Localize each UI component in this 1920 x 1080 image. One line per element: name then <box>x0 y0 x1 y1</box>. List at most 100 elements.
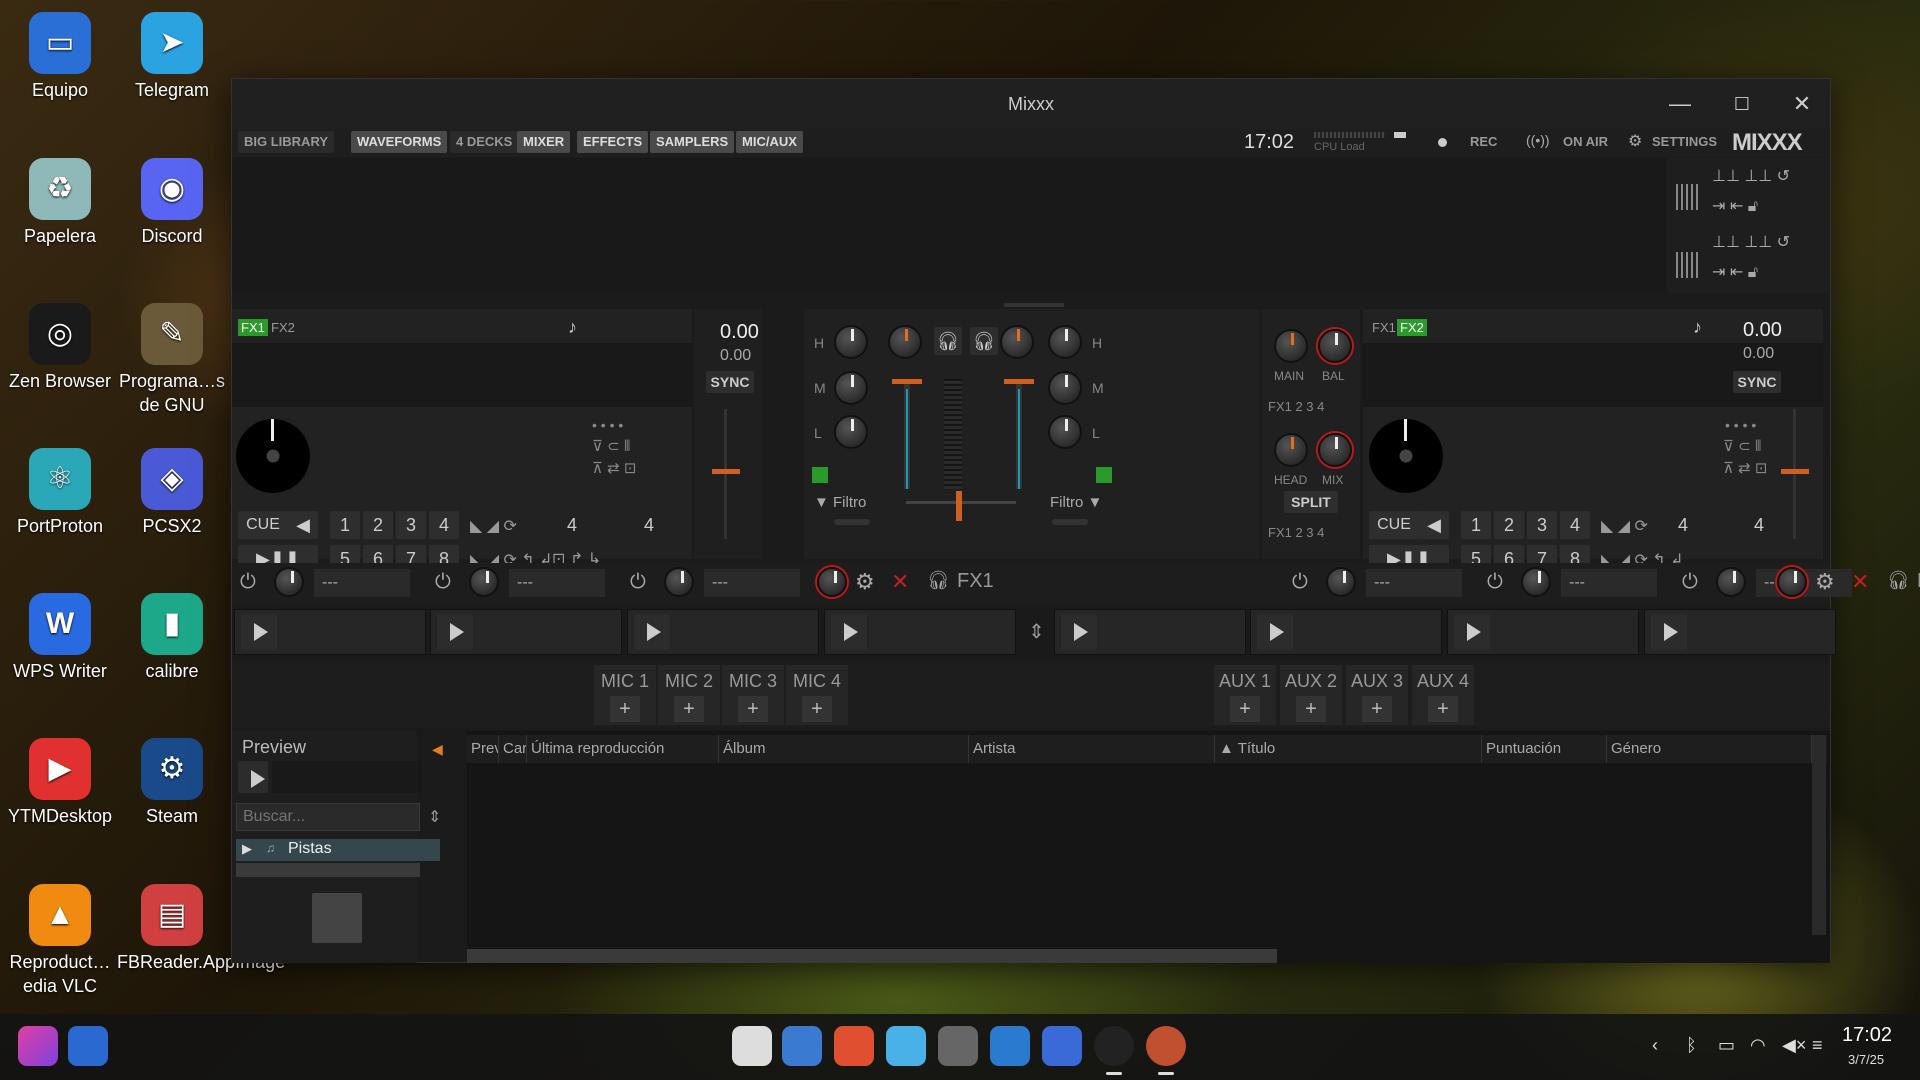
deck2-volume-fader[interactable] <box>1018 389 1020 489</box>
deck1-eq-mid-knob[interactable] <box>834 371 868 405</box>
effects-button[interactable]: EFFECTS <box>577 131 649 153</box>
deck1-loop-icons[interactable]: • • • • <box>592 417 623 433</box>
fx-meta-knob[interactable] <box>1716 567 1746 597</box>
fx-power-icon[interactable]: ⏻ <box>1487 571 1503 594</box>
desktop-icon[interactable]: ⚛ PortProton <box>5 448 115 538</box>
deck1-sync-button[interactable]: SYNC <box>706 371 754 393</box>
waveforms-button[interactable]: WAVEFORMS <box>351 131 448 153</box>
mic-add-button[interactable]: + <box>738 696 768 722</box>
balance-knob[interactable] <box>1318 329 1352 363</box>
main-gain-knob[interactable] <box>1274 329 1308 363</box>
fx-meta-knob[interactable] <box>469 567 499 597</box>
minimize-button[interactable]: — <box>1660 87 1700 121</box>
deck1-beatjump-size[interactable]: 4 <box>644 515 654 536</box>
deck2-sync-icons[interactable]: ⊽ ⊂ ⦀ <box>1723 437 1761 455</box>
waveform-zoom-icon[interactable] <box>1676 184 1698 210</box>
title-bar[interactable]: Mixxx — ☐ ✕ <box>232 79 1830 129</box>
taskbar-date[interactable]: 3/7/25 <box>1848 1052 1884 1067</box>
mic-add-button[interactable]: + <box>674 696 704 722</box>
search-history-icon[interactable]: ⇕ <box>428 807 441 827</box>
aux-add-button[interactable]: + <box>1362 696 1392 722</box>
sampler-deck[interactable] <box>1054 609 1246 655</box>
crossfader[interactable] <box>956 491 962 521</box>
samplers-button[interactable]: SAMPLERS <box>650 131 735 153</box>
fx-headphone-icon[interactable]: 🎧︎ <box>927 570 950 591</box>
deck1-cue-button[interactable]: CUE <box>238 511 288 539</box>
deck1-headphone-icon[interactable]: 🎧︎ <box>934 327 962 355</box>
app-launcher-icon[interactable] <box>18 1026 58 1066</box>
calculator-icon[interactable] <box>1042 1026 1082 1066</box>
deck2-vinyl-spinner[interactable] <box>1369 419 1443 493</box>
desktop-icon[interactable]: ♻ Papelera <box>5 158 115 248</box>
column-header[interactable]: Última reproducción <box>527 735 719 763</box>
headphone-mix-knob[interactable] <box>1318 433 1352 467</box>
fx-meta-knob[interactable] <box>1521 567 1551 597</box>
splitter-handle[interactable] <box>1004 303 1064 307</box>
expand-icon[interactable]: ▶ <box>242 841 252 857</box>
deck1-fx1-toggle[interactable]: FX1 <box>238 319 268 336</box>
deck1-filter-toggle[interactable] <box>834 519 870 525</box>
mixer-button[interactable]: MIXER <box>517 131 571 153</box>
deck2-fx-assign-toggle[interactable] <box>1096 467 1112 483</box>
fx-power-icon[interactable]: ⏻ <box>240 571 256 594</box>
deck1-hotcue-1[interactable]: 1 <box>330 511 360 539</box>
deck2-fx2-toggle[interactable]: FX2 <box>1397 319 1427 336</box>
fx-super-knob-icon[interactable]: ✕ <box>1851 569 1869 595</box>
sampler-play-button[interactable] <box>1651 614 1687 650</box>
deck1-volume-fader[interactable] <box>906 389 908 489</box>
column-header[interactable]: Car <box>499 735 527 763</box>
aux-add-button[interactable]: + <box>1428 696 1458 722</box>
deck1-rewind-button[interactable]: ◀ <box>288 511 318 539</box>
deck1-eq-high-knob[interactable] <box>834 325 868 359</box>
sampler-deck[interactable] <box>627 609 819 655</box>
fx-assign-row-2[interactable]: FX1 2 3 4 <box>1268 525 1324 540</box>
split-button[interactable]: SPLIT <box>1284 491 1338 513</box>
files-icon[interactable] <box>990 1026 1030 1066</box>
deck1-hotcue-4[interactable]: 4 <box>429 511 459 539</box>
sampler-play-button[interactable] <box>1257 614 1293 650</box>
desktop-icon[interactable]: ➤ Telegram <box>117 12 227 102</box>
search-input[interactable] <box>236 803 420 831</box>
deck1-sync-icons[interactable]: ⊽ ⊂ ⦀ <box>592 437 630 455</box>
settings-gear-icon[interactable] <box>938 1026 978 1066</box>
deck2-repeat-icons[interactable]: ⊼ ⇄ ⊡ <box>1723 459 1767 477</box>
deck2-key-icon[interactable]: ♪ <box>1693 317 1702 338</box>
deck1-fx-assign-toggle[interactable] <box>812 467 828 483</box>
deck2-hotcue-2[interactable]: 2 <box>1494 511 1524 539</box>
deck2-eq-mid-knob[interactable] <box>1048 371 1082 405</box>
close-button[interactable]: ✕ <box>1782 87 1822 121</box>
fx-slot-select[interactable]: --- <box>1561 569 1657 597</box>
store-icon[interactable] <box>834 1026 874 1066</box>
deck1-gain-knob[interactable] <box>888 325 922 359</box>
desktop-icon[interactable]: ✎ Programa…s de GNU <box>117 303 227 417</box>
deck2-loop-icons[interactable]: • • • • <box>1725 417 1756 433</box>
sampler-play-button[interactable] <box>437 614 473 650</box>
desktop-icon[interactable]: ▶ YTMDesktop <box>5 738 115 828</box>
deck2-rewind-button[interactable]: ◀ <box>1419 511 1449 539</box>
battery-icon[interactable]: ▭ <box>1718 1035 1735 1056</box>
weather-icon[interactable] <box>886 1026 926 1066</box>
zen-browser-taskbar-icon[interactable] <box>1094 1026 1134 1066</box>
deck2-eq-low-knob[interactable] <box>1048 415 1082 449</box>
mic-add-button[interactable]: + <box>610 696 640 722</box>
desktop-icon[interactable]: ▲ Reproduct…edia VLC <box>5 884 115 998</box>
deck1-hotcue-2[interactable]: 2 <box>363 511 393 539</box>
deck1-overview-waveform[interactable] <box>232 343 692 407</box>
deck1-rate-slider[interactable] <box>712 469 740 474</box>
maximize-button[interactable]: ☐ <box>1722 87 1762 121</box>
back-icon[interactable]: ‹ <box>1652 1035 1658 1056</box>
tree-item-tracks[interactable]: ▶ ♫ Pistas <box>236 839 440 861</box>
fx-slot-select[interactable]: --- <box>1366 569 1462 597</box>
headphone-gain-knob[interactable] <box>1274 433 1308 467</box>
fx-unit-mix-knob[interactable] <box>817 567 847 597</box>
deck2-filter-toggle[interactable] <box>1052 519 1088 525</box>
column-header[interactable]: ▲ Título <box>1215 735 1482 763</box>
preview-play-button[interactable] <box>238 761 268 793</box>
fx-meta-knob[interactable] <box>274 567 304 597</box>
sampler-deck[interactable] <box>1250 609 1442 655</box>
fx-slot-select[interactable]: --- <box>314 569 410 597</box>
deck1-loop-size[interactable]: 4 <box>567 515 577 536</box>
fx-power-icon[interactable]: ⏻ <box>435 571 451 594</box>
sidebar-scrollbar[interactable] <box>236 863 420 877</box>
horizontal-scrollbar[interactable] <box>467 949 1277 963</box>
